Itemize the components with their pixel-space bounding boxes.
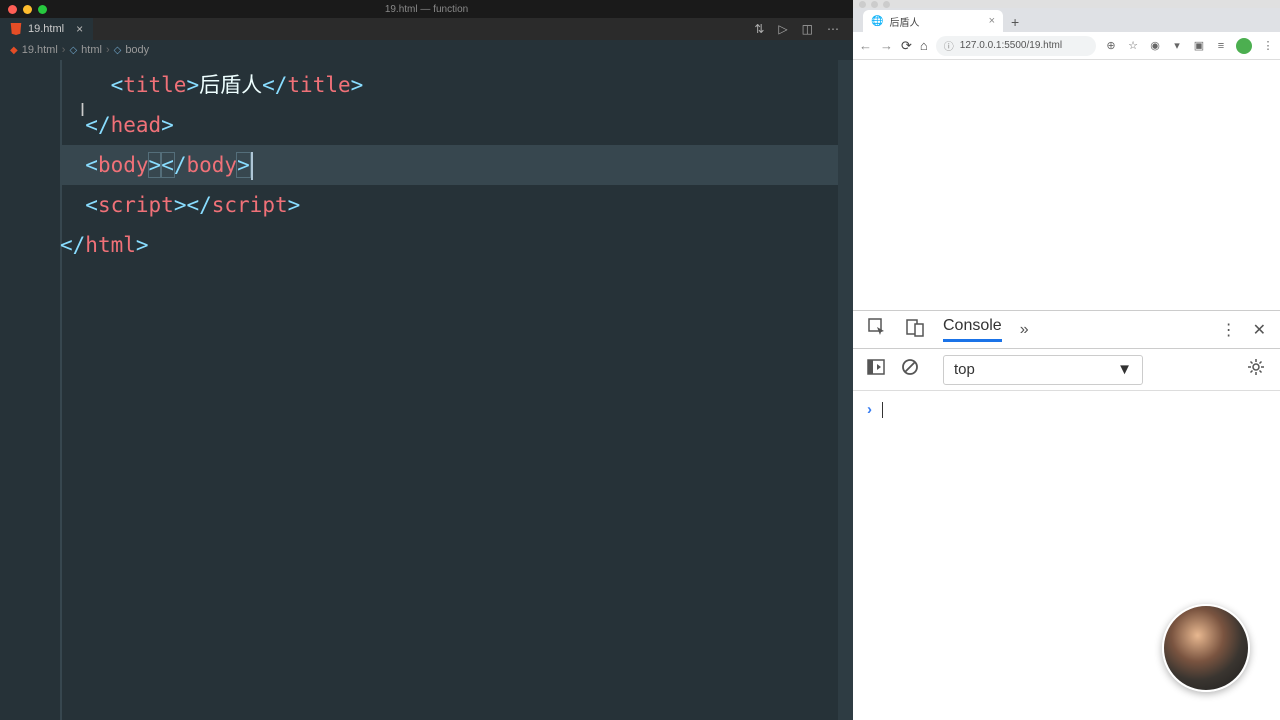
chrome-titlebar [853,0,1280,8]
extension-icon[interactable]: ≡ [1214,39,1228,53]
globe-icon: 🌐 [871,16,883,27]
zoom-icon[interactable]: ⊕ [1104,39,1118,53]
gutter [0,60,60,720]
tab-console[interactable]: Console [943,317,1002,342]
window-title: 19.html — function [0,4,853,15]
close-devtools-icon[interactable]: ✕ [1253,320,1266,340]
breadcrumb-body[interactable]: body [125,44,149,56]
back-button[interactable]: ← [859,38,872,53]
breadcrumb-file[interactable]: 19.html [22,44,58,56]
tab-title: 后盾人 [889,14,919,29]
profile-avatar[interactable] [1236,38,1252,54]
compare-icon[interactable]: ⇅ [754,22,764,36]
extension-icon[interactable]: ▾ [1170,39,1184,53]
breadcrumb: ◆ 19.html › ◇ html › ◇ body [0,40,853,60]
bookmark-icon[interactable]: ☆ [1126,39,1140,53]
console-prompt[interactable]: › [867,401,1266,418]
extension-icon[interactable]: ◉ [1148,39,1162,53]
home-button[interactable]: ⌂ [920,38,928,53]
more-actions-icon[interactable]: ⋯ [827,22,839,36]
chevron-right-icon: › [62,44,66,56]
chevron-right-icon: › [106,44,110,56]
mouse-cursor-icon: I [80,100,85,121]
maximize-window[interactable] [883,1,890,8]
more-tabs-icon[interactable]: » [1020,321,1029,339]
tag-icon: ◇ [114,45,122,56]
clear-console-icon[interactable] [901,358,919,381]
tag-icon: ◇ [69,45,77,56]
extension-icon[interactable]: ▣ [1192,39,1206,53]
html-file-icon: ◆ [10,45,18,56]
context-value: top [954,361,975,378]
url-text: 127.0.0.1:5500/19.html [960,40,1062,51]
forward-button[interactable]: → [880,38,893,53]
device-toolbar-icon[interactable] [905,317,925,342]
editor-actions: ⇅ ▷ ◫ ⋯ [754,22,853,36]
tab-label: 19.html [28,23,64,35]
close-tab-icon[interactable]: × [989,15,995,27]
new-tab-button[interactable]: + [1011,14,1019,30]
chevron-down-icon: ▼ [1117,361,1132,378]
minimap[interactable] [838,60,853,720]
toolbar-icons: ⊕ ☆ ◉ ▾ ▣ ≡ ⋮ [1104,38,1274,54]
menu-icon[interactable]: ⋮ [1260,39,1274,53]
text-cursor [251,152,253,180]
reload-button[interactable]: ⟳ [901,38,912,54]
webcam-overlay [1162,604,1250,692]
address-bar-row: ← → ⟳ ⌂ ⓘ 127.0.0.1:5500/19.html ⊕ ☆ ◉ ▾… [853,32,1280,60]
console-toolbar: top ▼ [853,349,1280,391]
vscode-window: 19.html — function 19.html × ⇅ ▷ ◫ ⋯ ◆ 1… [0,0,853,720]
page-viewport [853,60,1280,310]
html-file-icon [10,23,22,35]
context-selector[interactable]: top ▼ [943,355,1143,385]
vscode-titlebar: 19.html — function [0,0,853,18]
code-editor[interactable]: <title>后盾人</title> </head> <body></body>… [0,60,853,720]
browser-tab[interactable]: 🌐 后盾人 × [863,10,1003,32]
code-content: <title>后盾人</title> </head> <body></body>… [60,60,853,720]
devtools-tabs: Console » ⋮ ✕ [853,311,1280,349]
minimize-window[interactable] [871,1,878,8]
console-settings-icon[interactable] [1246,357,1266,382]
split-editor-icon[interactable]: ◫ [802,22,813,36]
devtools-menu-icon[interactable]: ⋮ [1221,320,1235,340]
close-window[interactable] [859,1,866,8]
prompt-chevron-icon: › [867,401,872,418]
breadcrumb-html[interactable]: html [81,44,102,56]
close-tab-icon[interactable]: × [76,22,83,36]
inspect-element-icon[interactable] [867,317,887,342]
editor-tabs: 19.html × ⇅ ▷ ◫ ⋯ [0,18,853,40]
run-icon[interactable]: ▷ [778,22,787,36]
file-tab-19html[interactable]: 19.html × [0,18,93,40]
chrome-tabstrip: 🌐 后盾人 × + [853,8,1280,32]
address-bar[interactable]: ⓘ 127.0.0.1:5500/19.html [936,36,1096,56]
sidebar-toggle-icon[interactable] [867,358,885,381]
site-info-icon[interactable]: ⓘ [944,38,954,53]
console-cursor [882,402,883,418]
